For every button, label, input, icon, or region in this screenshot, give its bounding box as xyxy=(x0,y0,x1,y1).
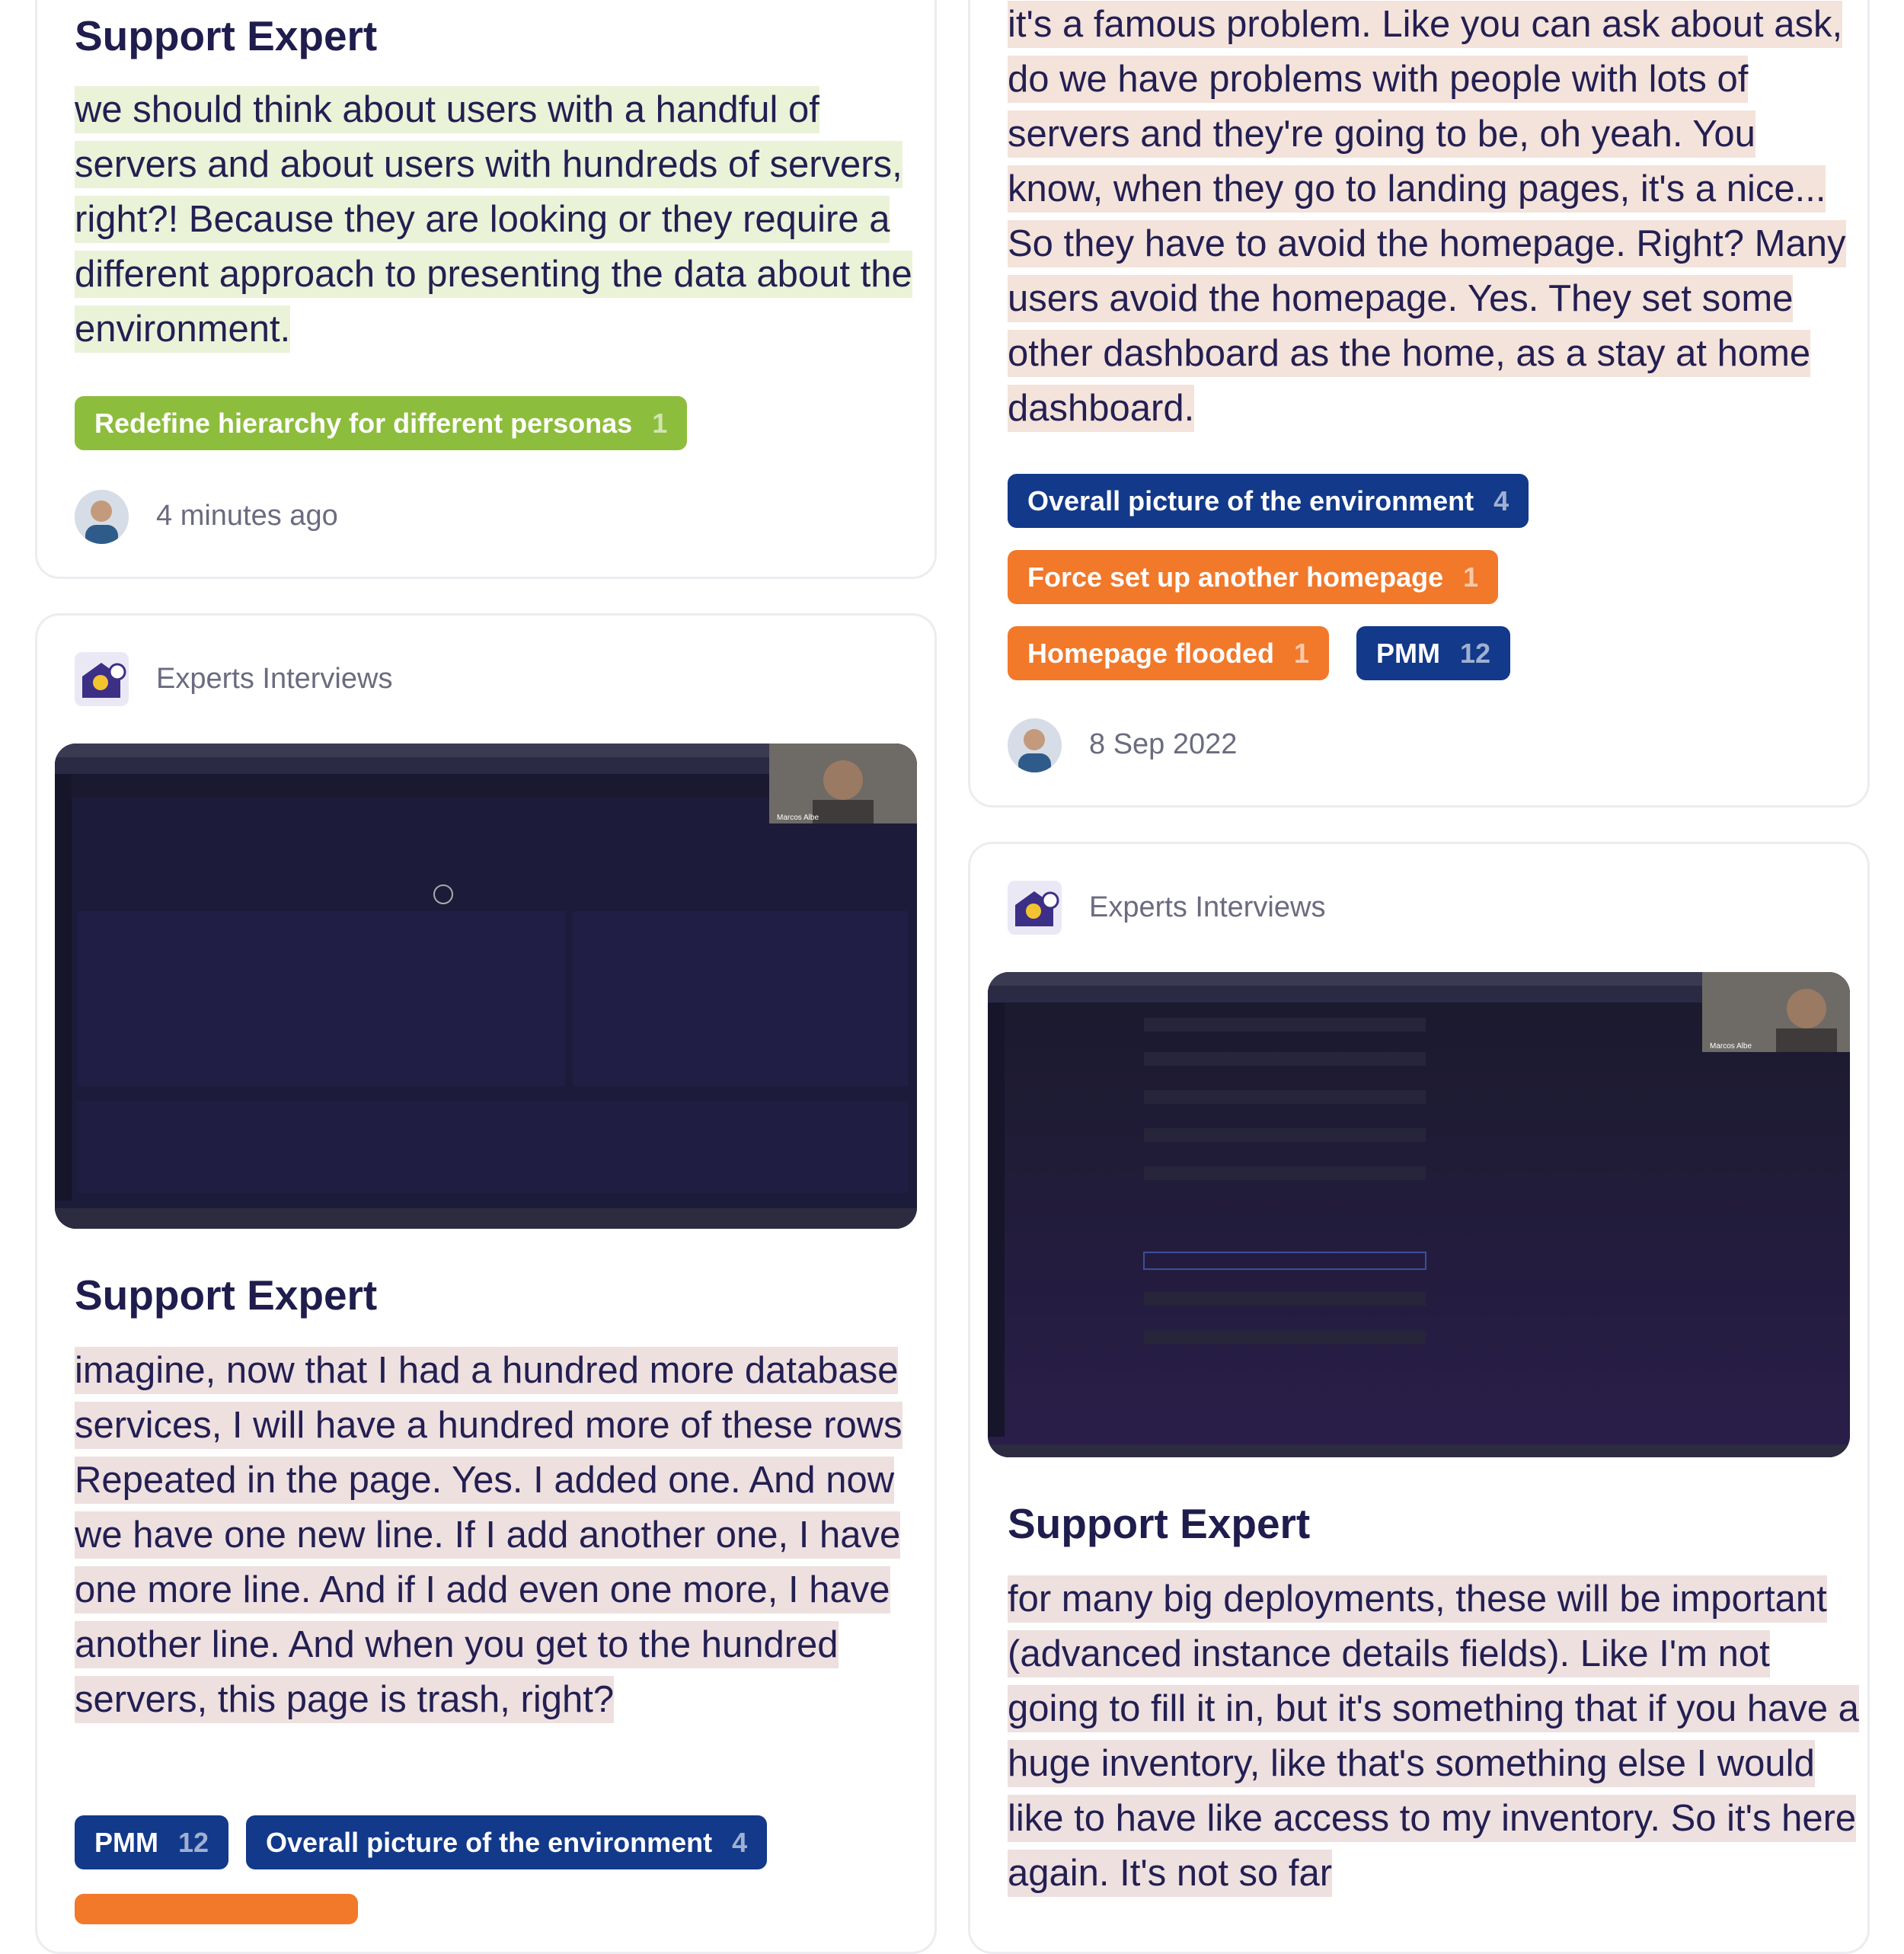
tag-force-homepage[interactable]: Force set up another homepage 1 xyxy=(1008,550,1499,604)
video-thumbnail: Marcos Albe xyxy=(988,972,1850,1457)
tag-overall-picture[interactable]: Overall picture of the environment 4 xyxy=(246,1815,768,1869)
tag-count: 4 xyxy=(1493,485,1509,516)
highlight-card-right-bottom: Experts Interviews Marcos Albe Support E… xyxy=(968,842,1870,1954)
highlight-card-right-top: it's a famous problem. Like you can ask … xyxy=(968,0,1870,808)
tag-overall-picture[interactable]: Overall picture of the environment 4 xyxy=(1008,474,1529,528)
tag-label: Overall picture of the environment xyxy=(266,1826,713,1858)
video-thumbnail: Marcos Albe xyxy=(55,744,917,1229)
tag-count: 1 xyxy=(1463,561,1479,593)
quote-text: imagine, now that I had a hundred more d… xyxy=(75,1347,902,1723)
tag-pmm[interactable]: PMM 12 xyxy=(1356,626,1511,680)
video-player[interactable]: Marcos Albe xyxy=(55,744,917,1229)
tag-homepage-flooded[interactable]: Homepage flooded 1 xyxy=(1008,626,1330,680)
speaker-name: Support Expert xyxy=(75,1271,378,1319)
video-player[interactable]: Marcos Albe xyxy=(988,972,1850,1457)
avatar[interactable] xyxy=(75,490,129,544)
experts-interviews-icon xyxy=(75,652,129,706)
quote-text: we should think about users with a handf… xyxy=(75,86,912,353)
timestamp: 8 Sep 2022 xyxy=(1089,728,1238,760)
speaker-name: Support Expert xyxy=(75,12,378,59)
highlight-card-left-bottom: Experts Interviews Marcos Albe Support E… xyxy=(35,613,937,1954)
timestamp: 4 minutes ago xyxy=(156,500,338,532)
tag-count: 12 xyxy=(1460,637,1491,669)
tag-redefine-hierarchy[interactable]: Redefine hierarchy for different persona… xyxy=(75,396,688,450)
highlight-quote: it's a famous problem. Like you can ask … xyxy=(1008,0,1861,436)
avatar[interactable] xyxy=(1008,718,1062,772)
quote-text: for many big deployments, these will be … xyxy=(1008,1575,1859,1897)
tag-count: 4 xyxy=(732,1826,748,1858)
tag-label: Force set up another homepage xyxy=(1027,561,1444,593)
highlight-quote: imagine, now that I had a hundred more d… xyxy=(75,1343,934,1727)
tag-pmm[interactable]: PMM 12 xyxy=(75,1815,229,1869)
experts-interviews-icon xyxy=(1008,881,1062,935)
source-name[interactable]: Experts Interviews xyxy=(1089,891,1325,924)
tag-label: Overall picture of the environment xyxy=(1027,485,1474,516)
tag-label: PMM xyxy=(1376,637,1440,669)
tag-count: 1 xyxy=(652,407,668,439)
quote-text: it's a famous problem. Like you can ask … xyxy=(1008,1,1846,432)
source-name[interactable]: Experts Interviews xyxy=(156,663,392,696)
tag-label: Redefine hierarchy for different persona… xyxy=(94,407,633,439)
tag-label: Homepage flooded xyxy=(1027,637,1275,669)
speaker-name: Support Expert xyxy=(1008,1500,1311,1547)
webcam-name: Marcos Albe xyxy=(1710,1042,1752,1051)
webcam-name: Marcos Albe xyxy=(777,814,819,822)
tag-partial[interactable] xyxy=(75,1894,358,1924)
highlight-quote: for many big deployments, these will be … xyxy=(1008,1572,1861,1901)
tag-count: 1 xyxy=(1294,637,1310,669)
highlight-card-left-top: Support Expert we should think about use… xyxy=(35,0,937,579)
highlight-quote: we should think about users with a handf… xyxy=(75,82,934,357)
tag-count: 12 xyxy=(178,1826,209,1858)
tag-label: PMM xyxy=(94,1826,158,1858)
